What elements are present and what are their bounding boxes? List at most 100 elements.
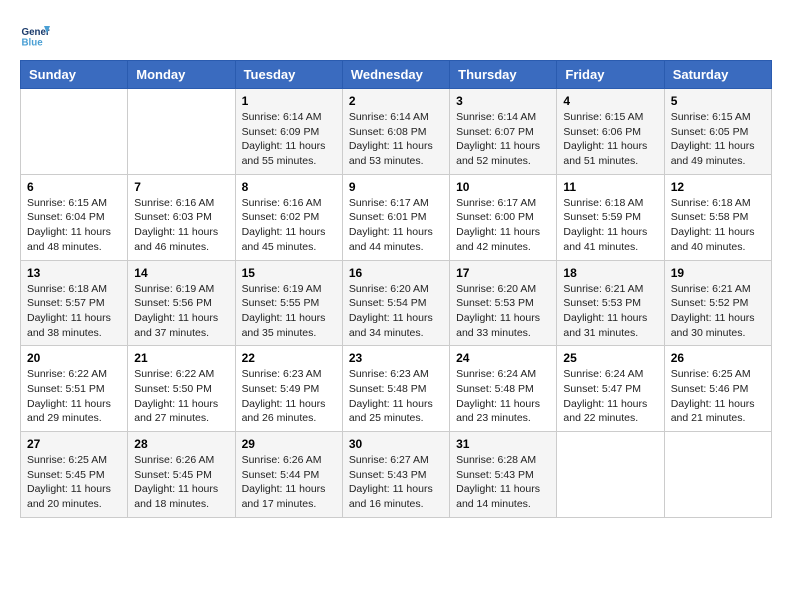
day-info: Sunrise: 6:27 AM Sunset: 5:43 PM Dayligh… (349, 453, 443, 512)
calendar-cell: 16 Sunrise: 6:20 AM Sunset: 5:54 PM Dayli… (342, 260, 449, 346)
day-info: Sunrise: 6:26 AM Sunset: 5:44 PM Dayligh… (242, 453, 336, 512)
calendar-table: SundayMondayTuesdayWednesdayThursdayFrid… (20, 60, 772, 518)
calendar-cell: 28 Sunrise: 6:26 AM Sunset: 5:45 PM Dayli… (128, 432, 235, 518)
day-info: Sunrise: 6:15 AM Sunset: 6:06 PM Dayligh… (563, 110, 657, 169)
day-info: Sunrise: 6:14 AM Sunset: 6:07 PM Dayligh… (456, 110, 550, 169)
calendar-cell: 30 Sunrise: 6:27 AM Sunset: 5:43 PM Dayli… (342, 432, 449, 518)
day-number: 22 (242, 351, 336, 365)
day-info: Sunrise: 6:19 AM Sunset: 5:56 PM Dayligh… (134, 282, 228, 341)
calendar-cell: 8 Sunrise: 6:16 AM Sunset: 6:02 PM Daylig… (235, 174, 342, 260)
calendar-cell: 10Sunrise: 6:17 AM Sunset: 6:00 PM Dayli… (450, 174, 557, 260)
day-info: Sunrise: 6:24 AM Sunset: 5:47 PM Dayligh… (563, 367, 657, 426)
day-info: Sunrise: 6:19 AM Sunset: 5:55 PM Dayligh… (242, 282, 336, 341)
calendar-cell: 3 Sunrise: 6:14 AM Sunset: 6:07 PM Daylig… (450, 89, 557, 175)
day-info: Sunrise: 6:21 AM Sunset: 5:52 PM Dayligh… (671, 282, 765, 341)
day-info: Sunrise: 6:21 AM Sunset: 5:53 PM Dayligh… (563, 282, 657, 341)
day-number: 12 (671, 180, 765, 194)
day-number: 11 (563, 180, 657, 194)
calendar-cell (21, 89, 128, 175)
weekday-header-saturday: Saturday (664, 61, 771, 89)
calendar-week-row: 6Sunrise: 6:15 AM Sunset: 6:04 PM Daylig… (21, 174, 772, 260)
day-number: 18 (563, 266, 657, 280)
day-info: Sunrise: 6:23 AM Sunset: 5:48 PM Dayligh… (349, 367, 443, 426)
calendar-week-row: 20Sunrise: 6:22 AM Sunset: 5:51 PM Dayli… (21, 346, 772, 432)
calendar-cell: 13 Sunrise: 6:18 AM Sunset: 5:57 PM Dayli… (21, 260, 128, 346)
calendar-cell (128, 89, 235, 175)
day-info: Sunrise: 6:16 AM Sunset: 6:02 PM Dayligh… (242, 196, 336, 255)
day-info: Sunrise: 6:26 AM Sunset: 5:45 PM Dayligh… (134, 453, 228, 512)
day-number: 1 (242, 94, 336, 108)
day-number: 31 (456, 437, 550, 451)
calendar-cell: 29 Sunrise: 6:26 AM Sunset: 5:44 PM Dayli… (235, 432, 342, 518)
day-number: 7 (134, 180, 228, 194)
day-number: 9 (349, 180, 443, 194)
day-info: Sunrise: 6:25 AM Sunset: 5:46 PM Dayligh… (671, 367, 765, 426)
calendar-cell: 5Sunrise: 6:15 AM Sunset: 6:05 PM Daylig… (664, 89, 771, 175)
day-number: 24 (456, 351, 550, 365)
day-info: Sunrise: 6:28 AM Sunset: 5:43 PM Dayligh… (456, 453, 550, 512)
day-number: 8 (242, 180, 336, 194)
day-number: 14 (134, 266, 228, 280)
day-number: 28 (134, 437, 228, 451)
calendar-header-row: SundayMondayTuesdayWednesdayThursdayFrid… (21, 61, 772, 89)
day-number: 25 (563, 351, 657, 365)
day-number: 13 (27, 266, 121, 280)
weekday-header-friday: Friday (557, 61, 664, 89)
day-info: Sunrise: 6:14 AM Sunset: 6:08 PM Dayligh… (349, 110, 443, 169)
day-info: Sunrise: 6:20 AM Sunset: 5:53 PM Dayligh… (456, 282, 550, 341)
calendar-cell: 2 Sunrise: 6:14 AM Sunset: 6:08 PM Daylig… (342, 89, 449, 175)
calendar-cell (557, 432, 664, 518)
day-info: Sunrise: 6:23 AM Sunset: 5:49 PM Dayligh… (242, 367, 336, 426)
day-info: Sunrise: 6:17 AM Sunset: 6:00 PM Dayligh… (456, 196, 550, 255)
day-number: 23 (349, 351, 443, 365)
calendar-cell: 22 Sunrise: 6:23 AM Sunset: 5:49 PM Dayli… (235, 346, 342, 432)
day-number: 19 (671, 266, 765, 280)
day-number: 26 (671, 351, 765, 365)
weekday-header-thursday: Thursday (450, 61, 557, 89)
day-info: Sunrise: 6:16 AM Sunset: 6:03 PM Dayligh… (134, 196, 228, 255)
day-info: Sunrise: 6:24 AM Sunset: 5:48 PM Dayligh… (456, 367, 550, 426)
day-info: Sunrise: 6:15 AM Sunset: 6:04 PM Dayligh… (27, 196, 121, 255)
weekday-header-wednesday: Wednesday (342, 61, 449, 89)
logo: General Blue (20, 20, 55, 50)
day-number: 20 (27, 351, 121, 365)
calendar-cell: 25 Sunrise: 6:24 AM Sunset: 5:47 PM Dayli… (557, 346, 664, 432)
calendar-cell: 20Sunrise: 6:22 AM Sunset: 5:51 PM Dayli… (21, 346, 128, 432)
day-number: 2 (349, 94, 443, 108)
day-info: Sunrise: 6:15 AM Sunset: 6:05 PM Dayligh… (671, 110, 765, 169)
calendar-week-row: 27Sunrise: 6:25 AM Sunset: 5:45 PM Dayli… (21, 432, 772, 518)
day-info: Sunrise: 6:17 AM Sunset: 6:01 PM Dayligh… (349, 196, 443, 255)
day-number: 30 (349, 437, 443, 451)
day-number: 16 (349, 266, 443, 280)
calendar-cell: 17 Sunrise: 6:20 AM Sunset: 5:53 PM Dayli… (450, 260, 557, 346)
calendar-cell: 1 Sunrise: 6:14 AM Sunset: 6:09 PM Daylig… (235, 89, 342, 175)
calendar-cell: 26 Sunrise: 6:25 AM Sunset: 5:46 PM Dayli… (664, 346, 771, 432)
calendar-cell (664, 432, 771, 518)
weekday-header-sunday: Sunday (21, 61, 128, 89)
day-number: 17 (456, 266, 550, 280)
day-number: 4 (563, 94, 657, 108)
day-info: Sunrise: 6:18 AM Sunset: 5:59 PM Dayligh… (563, 196, 657, 255)
calendar-cell: 27Sunrise: 6:25 AM Sunset: 5:45 PM Dayli… (21, 432, 128, 518)
calendar-cell: 24 Sunrise: 6:24 AM Sunset: 5:48 PM Dayli… (450, 346, 557, 432)
calendar-cell: 9 Sunrise: 6:17 AM Sunset: 6:01 PM Daylig… (342, 174, 449, 260)
weekday-header-tuesday: Tuesday (235, 61, 342, 89)
page-header: General Blue (20, 20, 772, 50)
logo-icon: General Blue (20, 20, 50, 50)
day-number: 21 (134, 351, 228, 365)
day-info: Sunrise: 6:20 AM Sunset: 5:54 PM Dayligh… (349, 282, 443, 341)
calendar-cell: 6Sunrise: 6:15 AM Sunset: 6:04 PM Daylig… (21, 174, 128, 260)
weekday-header-monday: Monday (128, 61, 235, 89)
calendar-cell: 18 Sunrise: 6:21 AM Sunset: 5:53 PM Dayli… (557, 260, 664, 346)
calendar-cell: 15Sunrise: 6:19 AM Sunset: 5:55 PM Dayli… (235, 260, 342, 346)
calendar-cell: 19 Sunrise: 6:21 AM Sunset: 5:52 PM Dayli… (664, 260, 771, 346)
calendar-cell: 12 Sunrise: 6:18 AM Sunset: 5:58 PM Dayli… (664, 174, 771, 260)
calendar-cell: 11 Sunrise: 6:18 AM Sunset: 5:59 PM Dayli… (557, 174, 664, 260)
day-info: Sunrise: 6:14 AM Sunset: 6:09 PM Dayligh… (242, 110, 336, 169)
day-info: Sunrise: 6:18 AM Sunset: 5:58 PM Dayligh… (671, 196, 765, 255)
svg-text:Blue: Blue (22, 38, 44, 49)
day-info: Sunrise: 6:18 AM Sunset: 5:57 PM Dayligh… (27, 282, 121, 341)
day-number: 29 (242, 437, 336, 451)
day-number: 3 (456, 94, 550, 108)
day-number: 27 (27, 437, 121, 451)
